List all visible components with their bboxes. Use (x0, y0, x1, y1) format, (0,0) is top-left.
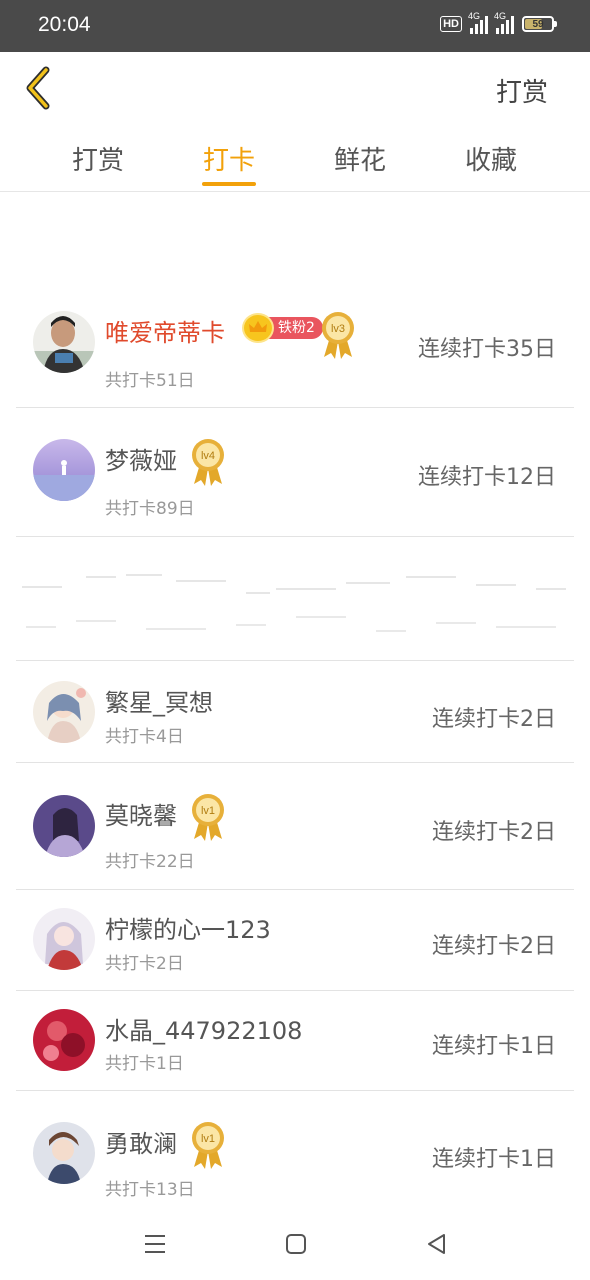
chevron-left-icon (26, 66, 50, 110)
level-medal-icon: lv4 (192, 439, 224, 486)
svg-text:lv1: lv1 (201, 805, 215, 817)
fan-badge: 铁粉2 (242, 313, 323, 343)
avatar (33, 681, 95, 743)
list-item[interactable]: 唯爱帝蒂卡 铁粉2 lv3 共打卡51日 连续打卡35日 (16, 280, 574, 408)
list-item[interactable]: 梦薇娅 lv4 共打卡89日 连续打卡12日 (16, 408, 574, 537)
level-medal-icon: lv1 (192, 1122, 224, 1169)
avatar (33, 795, 95, 857)
hd-icon: HD (440, 16, 462, 32)
tab-favorites[interactable]: 收藏 (446, 140, 536, 177)
streak-checkin: 连续打卡1日 (432, 1034, 556, 1059)
streak-checkin: 连续打卡35日 (418, 337, 556, 362)
user-name: 柠檬的心一123 (105, 916, 271, 944)
list-item[interactable]: 柠檬的心一123 共打卡2日 连续打卡2日 (16, 890, 574, 991)
list-item[interactable]: 繁星_冥想 共打卡4日 连续打卡2日 (16, 662, 574, 763)
total-checkin: 共打卡13日 (105, 1180, 195, 1200)
tab-flowers[interactable]: 鲜花 (315, 140, 405, 177)
user-name: 水晶_447922108 (105, 1017, 303, 1045)
streak-checkin: 连续打卡2日 (432, 707, 556, 732)
reward-action-button[interactable]: 打赏 (496, 72, 548, 109)
tab-checkin[interactable]: 打卡 (184, 140, 274, 177)
total-checkin: 共打卡22日 (105, 852, 195, 872)
battery-icon: 59 (522, 16, 557, 32)
avatar (33, 908, 95, 970)
list-item[interactable]: 莫晓馨 lv1 共打卡22日 连续打卡2日 (16, 763, 574, 890)
signal-icon: 4G (468, 11, 488, 34)
streak-checkin: 连续打卡12日 (418, 465, 556, 490)
menu-icon[interactable] (142, 1230, 168, 1258)
total-checkin: 共打卡4日 (105, 727, 184, 747)
status-bar: 20:04 HD 4G 4G 59 (0, 0, 590, 52)
user-name: 勇敢澜 (105, 1130, 177, 1158)
status-time: 20:04 (38, 13, 91, 36)
tab-bar: 打赏 打卡 鲜花 收藏 (0, 130, 590, 192)
svg-text:lv4: lv4 (201, 450, 215, 462)
avatar (33, 1122, 95, 1184)
crown-icon (242, 313, 274, 343)
svg-text:lv1: lv1 (201, 1133, 215, 1145)
signal-icon-2: 4G (494, 11, 514, 34)
streak-checkin: 连续打卡2日 (432, 820, 556, 845)
list-item[interactable]: 勇敢澜 lv1 共打卡13日 连续打卡1日 (16, 1091, 574, 1209)
back-button[interactable] (18, 62, 62, 112)
level-medal-icon: lv3 (322, 312, 354, 359)
level-medal-icon: lv1 (192, 794, 224, 841)
user-name: 梦薇娅 (105, 447, 177, 475)
home-square-icon[interactable] (283, 1230, 309, 1258)
list-item[interactable]: 水晶_447922108 共打卡1日 连续打卡1日 (16, 991, 574, 1091)
user-name: 唯爱帝蒂卡 (105, 319, 225, 347)
back-triangle-icon[interactable] (424, 1230, 450, 1258)
user-name: 繁星_冥想 (105, 689, 213, 717)
streak-checkin: 连续打卡1日 (432, 1147, 556, 1172)
total-checkin: 共打卡1日 (105, 1054, 184, 1074)
avatar (33, 1009, 95, 1071)
total-checkin: 共打卡51日 (105, 371, 195, 391)
tab-reward[interactable]: 打赏 (53, 140, 143, 177)
svg-text:lv3: lv3 (331, 323, 345, 335)
user-name: 莫晓馨 (105, 802, 177, 830)
blurred-row (16, 537, 574, 661)
fan-level-label: 铁粉2 (266, 317, 323, 339)
total-checkin: 共打卡2日 (105, 954, 184, 974)
status-icons: HD 4G 4G 59 (440, 11, 557, 34)
blur-artifact (22, 574, 566, 632)
streak-checkin: 连续打卡2日 (432, 934, 556, 959)
active-tab-indicator (202, 182, 256, 186)
total-checkin: 共打卡89日 (105, 499, 195, 519)
avatar (33, 311, 95, 373)
avatar (33, 439, 95, 501)
